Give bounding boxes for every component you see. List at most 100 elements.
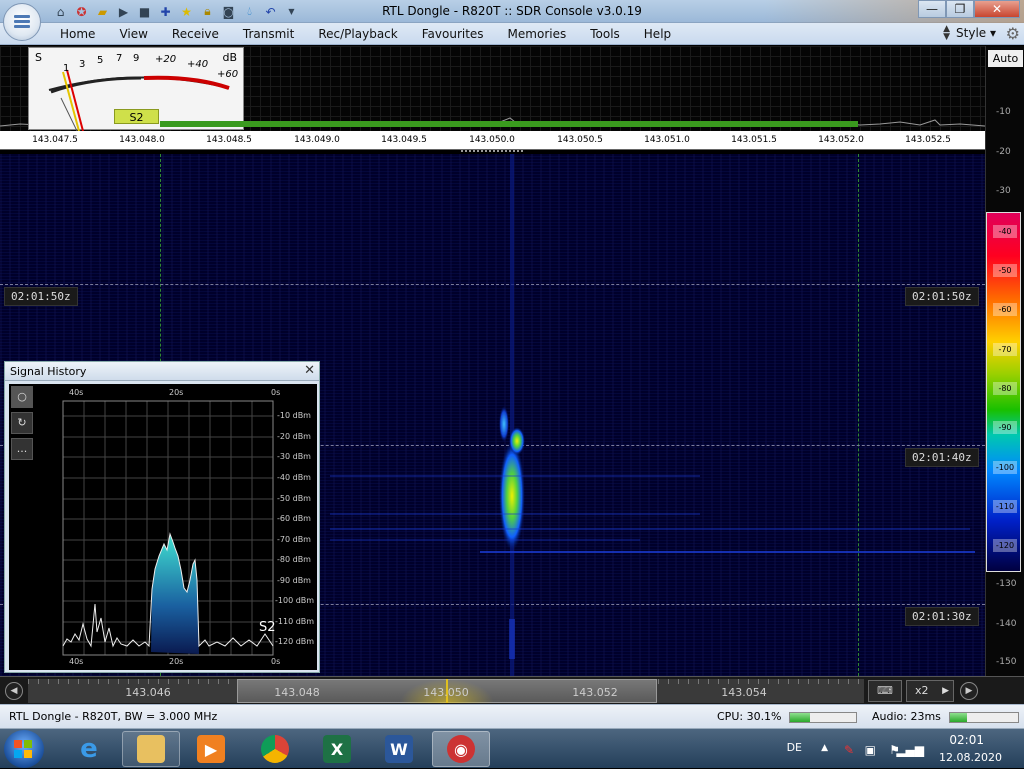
device-icon[interactable]: ▣ [865, 743, 876, 757]
internet-explorer-icon: e [80, 734, 98, 764]
history-time-label: 40s [69, 388, 84, 397]
history-dbm-label: -120 dBm [275, 637, 315, 646]
history-dbm-label: -110 dBm [275, 617, 315, 626]
app-menu-orb[interactable] [3, 3, 41, 41]
menu-memories[interactable]: Memories [496, 23, 579, 45]
menu-help[interactable]: Help [632, 23, 683, 45]
db-tick: -20 [996, 147, 1011, 157]
acrobat-icon[interactable]: ✎ [844, 743, 854, 757]
bandwidth-bar[interactable] [160, 121, 858, 127]
zoom-select[interactable]: x2 ▶ [906, 680, 954, 702]
history-dbm-label: -70 dBm [277, 535, 311, 544]
taskbar-chrome[interactable] [246, 731, 304, 767]
freq-tick: 143.049.5 [381, 135, 427, 145]
db-tick: -10 [996, 107, 1011, 117]
device-status: RTL Dongle - R820T, BW = 3.000 MHz [9, 710, 218, 723]
timestamp-right-2: 02:01:40z [905, 448, 979, 467]
title-bar: ⌂ ✪ ▰ ▶ ■ ✚ ★ 🔒︎ ◙ 💧︎ ↶ ▼ RTL Dongle - R… [0, 0, 1024, 45]
db-tick: -140 [996, 619, 1017, 629]
history-s-reading: S2 [259, 620, 276, 635]
auto-button[interactable]: Auto [988, 50, 1023, 67]
menu-receive[interactable]: Receive [160, 23, 231, 45]
tuning-freq-label: 143.054 [721, 686, 767, 699]
keyboard-icon[interactable]: ⌨ [868, 680, 902, 702]
close-button[interactable]: ✕ [974, 0, 1020, 18]
s-meter-scale-plus40: +40 [187, 59, 209, 70]
resize-handle[interactable] [460, 149, 524, 153]
taskbar-sdr-console[interactable]: ◉ [432, 731, 490, 767]
timestamp-right-1: 02:01:50z [905, 287, 979, 306]
tuning-freq-label: 143.052 [572, 686, 618, 699]
start-button[interactable] [4, 730, 44, 768]
network-icon[interactable]: ▂▄▆ [896, 743, 924, 757]
history-reset-button[interactable]: ↻ [11, 412, 33, 434]
cpu-meter [789, 712, 857, 723]
history-more-button[interactable]: ... [11, 438, 33, 460]
taskbar-file-explorer[interactable] [122, 731, 180, 767]
clock-time[interactable]: 02:01 [949, 733, 984, 747]
s-meter-scale-plus20: +20 [155, 54, 177, 65]
db-tick: -150 [996, 657, 1017, 667]
menu-transmit[interactable]: Transmit [231, 23, 306, 45]
gear-icon[interactable]: ⚙ [1006, 24, 1020, 43]
tuning-freq-label: 143.046 [125, 686, 171, 699]
language-indicator[interactable]: DE [787, 741, 802, 754]
taskbar-excel[interactable]: X [308, 731, 366, 767]
menu-view[interactable]: View [107, 23, 159, 45]
folder-icon [137, 735, 165, 763]
tuning-scale[interactable]: ◀ 143.046 143.048 143.050 143.052 143.05… [0, 676, 1024, 704]
restore-button[interactable]: ❐ [946, 0, 974, 18]
status-bar: RTL Dongle - R820T, BW = 3.000 MHz CPU: … [0, 704, 1024, 728]
window-controls: — ❐ ✕ [918, 0, 1020, 18]
freq-tick: 143.050.5 [557, 135, 603, 145]
menu-favourites[interactable]: Favourites [410, 23, 496, 45]
freq-tick: 143.048.0 [119, 135, 165, 145]
freq-tick: 143.048.5 [206, 135, 252, 145]
signal-history-close-button[interactable]: ✕ [304, 363, 315, 378]
history-dbm-label: -10 dBm [277, 411, 311, 420]
scroll-left-icon[interactable]: ◀ [5, 682, 23, 700]
color-scale-label: -50 [993, 264, 1017, 277]
color-scale-label: -40 [993, 225, 1017, 238]
windows-logo-part [14, 750, 22, 758]
taskbar-word[interactable]: W [370, 731, 428, 767]
tuning-freq-label: 143.050 [423, 686, 469, 699]
history-time-label: 20s [169, 657, 184, 666]
scroll-right-icon[interactable]: ▶ [960, 682, 978, 700]
windows-taskbar: e ▶ X W ◉ DE ▲ ✎ ▣ ⚑ ▂▄▆ 02:01 12.08.202… [0, 728, 1024, 768]
frequency-scale[interactable]: 143.047.5 143.048.0 143.048.5 143.049.0 … [0, 131, 985, 150]
menu-home[interactable]: Home [48, 23, 107, 45]
history-circle-button[interactable]: ○ [11, 386, 33, 408]
timestamp-left-1: 02:01:50z [4, 287, 78, 306]
signal-history-title: Signal History [10, 365, 87, 378]
db-tick: -30 [996, 186, 1011, 196]
color-scale-label: -80 [993, 382, 1017, 395]
menu-rec-playback[interactable]: Rec/Playback [306, 23, 409, 45]
history-dbm-label: -90 dBm [277, 576, 311, 585]
signal-history-panel[interactable]: Signal History ✕ 40s 20s 0s 40s 20s 0s -… [4, 361, 320, 673]
signal-history-header[interactable]: Signal History ✕ [5, 362, 319, 381]
app-menu-icon [14, 15, 30, 29]
clock-date[interactable]: 12.08.2020 [939, 751, 1002, 764]
waterfall-color-scale[interactable]: -40 -50 -60 -70 -80 -90 -100 -110 -120 [986, 212, 1021, 572]
freq-tick: 143.047.5 [32, 135, 78, 145]
excel-icon: X [323, 735, 351, 763]
taskbar-internet-explorer[interactable]: e [60, 731, 118, 767]
color-scale-label: -60 [993, 303, 1017, 316]
color-scale-label: -120 [993, 539, 1017, 552]
tray-expand-icon[interactable]: ▲ [821, 743, 828, 753]
minimize-button[interactable]: — [918, 0, 946, 18]
style-arrows-icon[interactable]: ▲ ▼ [943, 25, 950, 42]
zoom-value: x2 [915, 684, 929, 697]
freq-tick: 143.052.5 [905, 135, 951, 145]
history-dbm-label: -100 dBm [275, 596, 315, 605]
menu-tools[interactable]: Tools [578, 23, 632, 45]
cpu-status: CPU: 30.1% [717, 710, 782, 723]
history-dbm-label: -30 dBm [277, 452, 311, 461]
taskbar-media-player[interactable]: ▶ [182, 731, 240, 767]
style-menu[interactable]: Style ▾ [956, 26, 996, 40]
zoom-arrow-icon: ▶ [942, 686, 949, 696]
sdr-console-icon: ◉ [447, 735, 475, 763]
freq-tick: 143.052.0 [818, 135, 864, 145]
history-dbm-label: -50 dBm [277, 494, 311, 503]
